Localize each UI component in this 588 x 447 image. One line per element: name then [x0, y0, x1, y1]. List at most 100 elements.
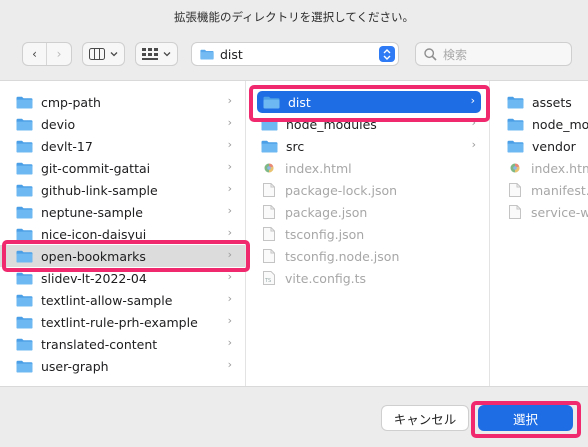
folder-row[interactable]: dist › — [257, 91, 481, 113]
grid-icon — [142, 48, 158, 60]
chevron-right-icon: › — [56, 47, 62, 61]
chevron-right-icon: › — [227, 358, 232, 371]
file-row: TS vite.config.ts — [247, 267, 489, 289]
folder-row[interactable]: assets — [491, 91, 588, 113]
popup-stepper-icon — [379, 46, 395, 62]
forward-button[interactable]: › — [47, 43, 71, 65]
folder-row[interactable]: translated-content › — [0, 333, 245, 355]
chevron-right-icon: › — [227, 116, 232, 129]
dialog-title: 拡張機能のディレクトリを選択してください。 — [173, 10, 414, 24]
item-label: node_modules — [532, 116, 588, 132]
folder-icon — [16, 316, 33, 328]
item-label: slidev-lt-2022-04 — [41, 270, 147, 286]
group-button[interactable] — [135, 42, 178, 66]
file-row: index.html — [491, 157, 588, 179]
item-label: git-commit-gattai — [41, 160, 151, 176]
search-field[interactable]: 検索 — [415, 42, 572, 66]
cancel-button[interactable]: キャンセル — [381, 405, 469, 431]
item-label: devio — [41, 116, 76, 132]
folder-icon — [507, 96, 524, 108]
folder-icon — [16, 184, 33, 196]
document-icon — [263, 227, 275, 241]
folder-icon — [16, 360, 33, 372]
file-row: tsconfig.node.json — [247, 245, 489, 267]
folder-icon — [16, 272, 33, 284]
folder-icon — [16, 140, 33, 152]
item-label: assets — [532, 94, 572, 110]
folder-icon — [507, 140, 524, 152]
folder-row[interactable]: devlt-17 › — [0, 135, 245, 157]
item-label: package-lock.json — [285, 182, 398, 198]
folder-row[interactable]: textlint-rule-prh-example › — [0, 311, 245, 333]
item-label: devlt-17 — [41, 138, 93, 154]
chevron-right-icon: › — [227, 226, 232, 239]
html-file-icon — [264, 163, 274, 173]
folder-row[interactable]: nice-icon-daisyui › — [0, 223, 245, 245]
folder-row[interactable]: neptune-sample › — [0, 201, 245, 223]
folder-row[interactable]: open-bookmarks › — [0, 245, 245, 267]
file-row: index.html — [247, 157, 489, 179]
svg-text:TS: TS — [264, 278, 271, 284]
item-label: tsconfig.json — [285, 226, 365, 242]
folder-icon — [16, 162, 33, 174]
column-1: cmp-path › devio › devlt-17 › git-commit-gatta… — [0, 81, 246, 386]
item-label: index.html — [285, 160, 352, 176]
chevron-right-icon: › — [227, 204, 232, 217]
column-2: dist › node_modules › src › index.html package-… — [247, 81, 490, 386]
file-row: manifest.json — [491, 179, 588, 201]
search-placeholder: 検索 — [443, 47, 468, 62]
view-mode-button[interactable] — [82, 42, 125, 66]
item-label: service-worker.js — [531, 204, 588, 220]
chevron-down-icon — [110, 52, 118, 57]
chevron-right-icon: › — [227, 270, 232, 283]
item-label: github-link-sample — [41, 182, 158, 198]
folder-row[interactable]: git-commit-gattai › — [0, 157, 245, 179]
folder-row[interactable]: node_modules › — [247, 113, 489, 135]
folder-row[interactable]: user-graph › — [0, 355, 245, 377]
item-label: manifest.json — [531, 182, 588, 198]
item-label: neptune-sample — [41, 204, 143, 220]
chevron-right-icon: › — [227, 248, 232, 261]
column-3: assets node_modulesvendor index.html manife… — [491, 81, 588, 386]
file-row: service-worker.js — [491, 201, 588, 223]
document-icon — [509, 205, 521, 219]
ts-file-icon: TS — [263, 271, 275, 285]
nav-buttons: ‹ › — [22, 42, 72, 66]
item-label: user-graph — [41, 358, 109, 374]
folder-icon — [16, 96, 33, 108]
folder-row[interactable]: textlint-allow-sample › — [0, 289, 245, 311]
folder-row[interactable]: devio › — [0, 113, 245, 135]
column-browser: cmp-path › devio › devlt-17 › git-commit-gatta… — [0, 80, 588, 387]
folder-row[interactable]: github-link-sample › — [0, 179, 245, 201]
html-file-icon — [510, 163, 520, 173]
file-row: package-lock.json — [247, 179, 489, 201]
choose-button[interactable]: 選択 — [478, 405, 573, 431]
chevron-right-icon: › — [471, 116, 476, 129]
chevron-right-icon: › — [227, 94, 232, 107]
folder-icon — [16, 250, 33, 262]
location-popup[interactable]: dist — [191, 42, 399, 66]
folder-row[interactable]: slidev-lt-2022-04 › — [0, 267, 245, 289]
folder-icon — [261, 140, 278, 152]
chevron-right-icon: › — [470, 94, 475, 107]
item-label: nice-icon-daisyui — [41, 226, 147, 242]
folder-row[interactable]: cmp-path › — [0, 91, 245, 113]
item-label: dist — [288, 94, 311, 110]
folder-icon — [16, 118, 33, 130]
document-icon — [263, 205, 275, 219]
chevron-right-icon: › — [227, 182, 232, 195]
folder-icon — [261, 118, 278, 130]
chevron-right-icon: › — [227, 314, 232, 327]
folder-icon — [16, 228, 33, 240]
chevron-right-icon: › — [227, 292, 232, 305]
item-label: translated-content — [41, 336, 158, 352]
folder-row[interactable]: vendor — [491, 135, 588, 157]
item-label: src — [286, 138, 305, 154]
folder-row[interactable]: node_modules — [491, 113, 588, 135]
toolbar: ‹ › dist 検索 — [0, 42, 588, 70]
folder-row[interactable]: src › — [247, 135, 489, 157]
back-button[interactable]: ‹ — [23, 43, 48, 65]
folder-icon — [507, 118, 524, 130]
item-label: open-bookmarks — [41, 248, 146, 264]
document-icon — [263, 249, 275, 263]
